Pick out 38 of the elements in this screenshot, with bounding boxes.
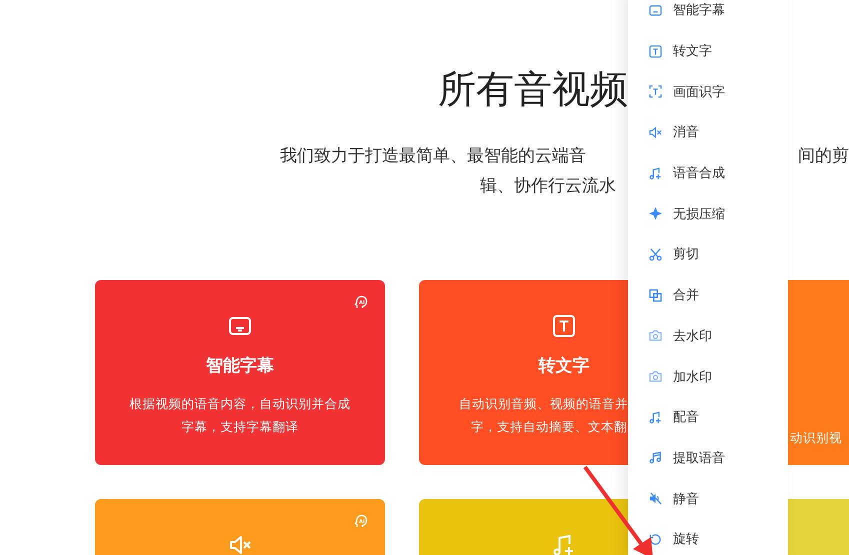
subtitle-text: 辑、协作行云流水	[480, 175, 616, 198]
menu-item[interactable]: 旋转	[628, 518, 788, 555]
page-title: 所有音视频	[438, 66, 628, 112]
subtitle-icon	[649, 4, 662, 17]
subtitle-text: 间的剪	[798, 145, 849, 168]
card-description: 字，支持自动摘要、文本翻	[470, 418, 628, 436]
menu-item[interactable]: 消音	[628, 112, 788, 153]
card-title: 转文字	[538, 355, 590, 378]
menu-item[interactable]: 静音	[628, 478, 788, 519]
camera-icon	[649, 370, 662, 384]
menu-item[interactable]: 语音合成	[628, 152, 788, 194]
mute-icon	[649, 126, 662, 139]
subtitle-text: 我们致力于打造最简单、最智能的云端音	[280, 145, 586, 168]
sparkle-icon	[649, 207, 662, 220]
card-title: 智能字幕	[206, 355, 274, 378]
text-box-icon	[552, 314, 576, 338]
card-description: 根据视频的语音内容，自动识别并合成	[130, 395, 350, 413]
rotate-icon	[649, 532, 662, 546]
mute-icon	[228, 533, 252, 555]
music-plus-icon	[552, 533, 576, 555]
menu-item[interactable]: 转文字	[628, 30, 788, 72]
card-description: 字幕，支持字幕翻译	[180, 418, 300, 436]
subtitle-icon	[228, 314, 252, 338]
text-scan-icon	[649, 85, 662, 98]
menu-item[interactable]: 画面识字	[628, 71, 788, 112]
speaker-off-icon	[649, 492, 662, 506]
menu-item[interactable]: 无损压缩	[628, 193, 788, 234]
menu-item[interactable]: 剪切	[628, 234, 788, 275]
scissors-icon	[649, 248, 662, 261]
merge-squares-icon	[649, 288, 662, 302]
music-plus-icon	[649, 166, 662, 180]
text-box-icon	[649, 44, 662, 58]
music-note-icon	[649, 451, 662, 464]
camera-icon	[649, 329, 662, 342]
card-description: 自动识别音频、视频的语音并	[459, 395, 628, 413]
music-plus-icon	[649, 410, 662, 424]
menu-item[interactable]: 智能字幕	[628, 0, 788, 31]
card-description: 动识别视	[790, 429, 842, 447]
